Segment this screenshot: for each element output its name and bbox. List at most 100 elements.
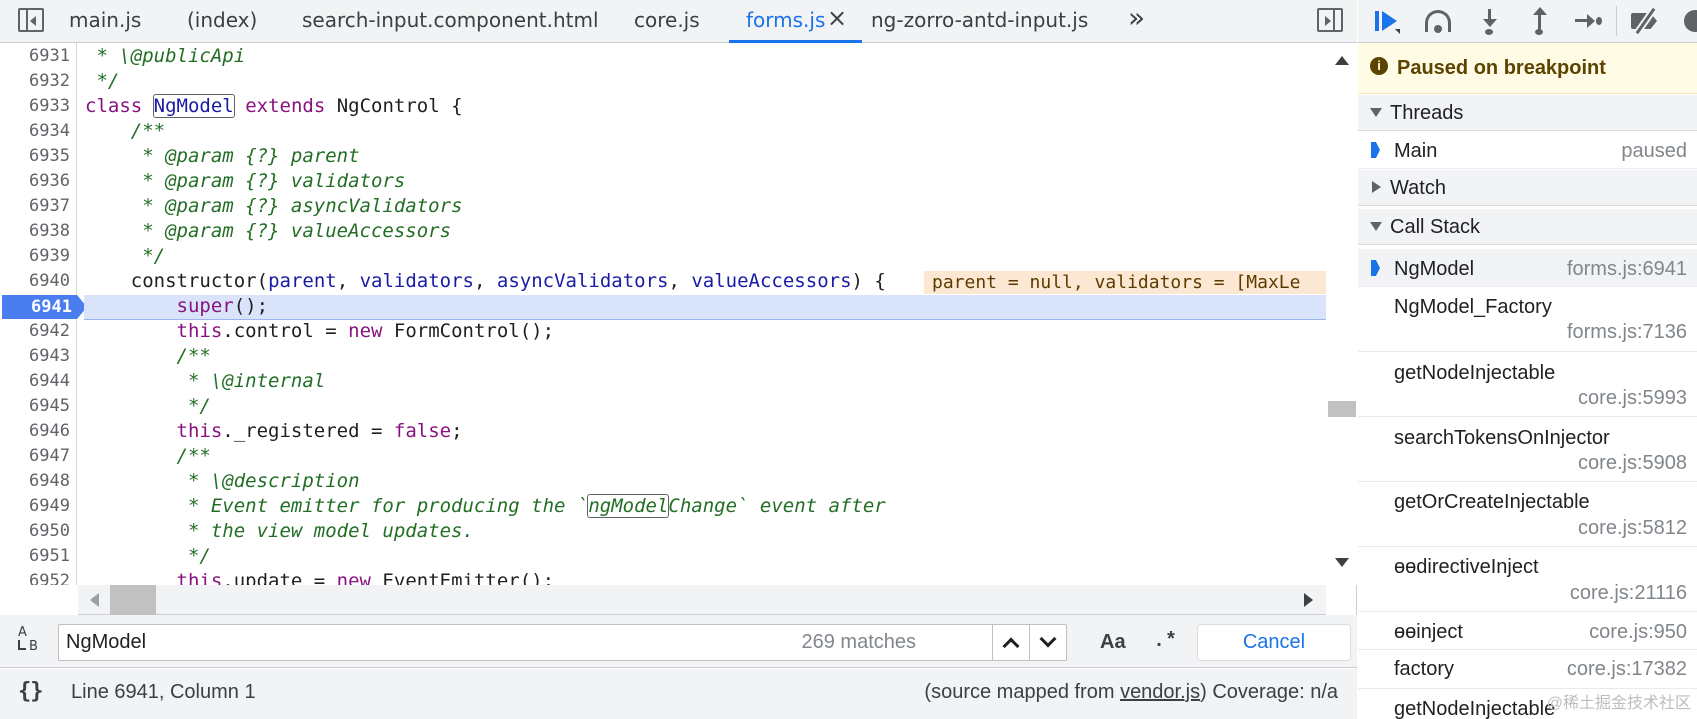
line-number[interactable]: 6940 <box>0 271 70 291</box>
line-number[interactable]: 6936 <box>0 171 70 191</box>
code-text: FormControl(); <box>382 320 555 342</box>
line-number[interactable]: 6947 <box>0 446 70 466</box>
step-icon[interactable] <box>1573 7 1603 35</box>
scroll-right-icon[interactable] <box>1304 593 1313 607</box>
search-input[interactable] <box>66 625 866 660</box>
code-line: * \@description <box>85 470 360 492</box>
callstack-section-header[interactable]: Call Stack <box>1358 209 1697 245</box>
code-text: .control = <box>222 320 349 342</box>
search-box: 269 matches <box>58 624 1067 661</box>
close-icon[interactable]: × <box>827 0 847 40</box>
code-comment: * Event emitter for producing the ` <box>176 495 589 517</box>
line-number[interactable]: 6944 <box>0 371 70 391</box>
scroll-up-icon[interactable] <box>1335 56 1349 65</box>
tab-search-input-component[interactable]: search-input.component.html <box>302 0 599 43</box>
line-number[interactable]: 6943 <box>0 346 70 366</box>
code-line: this.update = new EventEmitter(); <box>85 570 555 585</box>
frame-location[interactable]: forms.js:6941 <box>1567 258 1687 281</box>
line-number[interactable]: 6935 <box>0 146 70 166</box>
line-number[interactable]: 6932 <box>0 71 70 91</box>
call-frame[interactable]: factory core.js:17382 <box>1358 651 1697 689</box>
frame-location[interactable]: core.js:5812 <box>1578 517 1687 540</box>
code-comment: /** <box>176 345 211 367</box>
replace-toggle-icon[interactable]: AB <box>16 626 46 656</box>
step-over-icon[interactable] <box>1423 7 1453 35</box>
braces-icon[interactable]: {} <box>18 679 43 704</box>
execution-line-highlight <box>84 295 1326 320</box>
line-number[interactable]: 6951 <box>0 546 70 566</box>
navigator-toggle-icon[interactable] <box>18 8 44 32</box>
tab-core-js[interactable]: core.js <box>634 0 700 43</box>
call-frame[interactable]: ɵɵdirectiveInject core.js:21116 <box>1358 548 1697 612</box>
frame-location[interactable]: core.js:17382 <box>1567 658 1687 681</box>
line-number[interactable]: 6937 <box>0 196 70 216</box>
code-editor[interactable]: 6931 6932 6933 6934 6935 6936 6937 6938 … <box>0 43 1326 585</box>
line-number[interactable]: 6934 <box>0 121 70 141</box>
line-number-gutter[interactable]: 6931 6932 6933 6934 6935 6936 6937 6938 … <box>0 43 87 585</box>
horizontal-scrollbar[interactable] <box>78 585 1326 615</box>
call-frame[interactable]: NgModel forms.js:6941 <box>1358 249 1697 287</box>
pause-on-exceptions-icon[interactable] <box>1678 7 1697 35</box>
next-match-button[interactable] <box>1029 625 1066 660</box>
paused-banner: i Paused on breakpoint <box>1358 43 1697 94</box>
line-number[interactable]: 6931 <box>0 46 70 66</box>
call-frame[interactable]: searchTokensOnInjector core.js:5908 <box>1358 418 1697 482</box>
line-number[interactable]: 6938 <box>0 221 70 241</box>
tab-main-js[interactable]: main.js <box>69 0 141 43</box>
call-frame[interactable]: NgModel_Factory forms.js:7136 <box>1358 288 1697 352</box>
frame-location[interactable]: core.js:5993 <box>1578 387 1687 410</box>
tab-forms-js[interactable]: forms.js <box>728 0 863 43</box>
scroll-left-icon[interactable] <box>90 593 99 607</box>
frame-location[interactable]: forms.js:7136 <box>1567 321 1687 344</box>
toolbar-divider <box>1616 6 1617 36</box>
cancel-button[interactable]: Cancel <box>1197 624 1351 661</box>
frame-location[interactable]: core.js:21116 <box>1570 582 1687 605</box>
threads-section-header[interactable]: Threads <box>1358 95 1697 131</box>
line-number[interactable]: 6945 <box>0 396 70 416</box>
code-keyword: class <box>85 95 143 117</box>
code-line: */ <box>85 545 211 567</box>
deactivate-breakpoints-icon[interactable] <box>1630 7 1660 35</box>
editor-tab-bar: main.js (index) search-input.component.h… <box>0 0 1357 43</box>
call-frame[interactable]: ɵɵinject core.js:950 <box>1358 613 1697 650</box>
watch-section-header[interactable]: Watch <box>1358 170 1697 206</box>
line-number[interactable]: 6948 <box>0 471 70 491</box>
line-number[interactable]: 6946 <box>0 421 70 441</box>
code-text: ; <box>451 420 463 442</box>
debugger-toggle-icon[interactable] <box>1317 8 1343 32</box>
more-tabs-icon[interactable]: » <box>1128 0 1145 40</box>
source-map-link[interactable]: vendor.js <box>1120 681 1200 703</box>
tab-index[interactable]: (index) <box>187 0 257 43</box>
frame-location[interactable]: core.js:950 <box>1589 621 1687 644</box>
frame-location[interactable]: core.js:5908 <box>1578 452 1687 475</box>
vertical-scrollbar[interactable] <box>1326 43 1357 585</box>
line-number[interactable]: 6939 <box>0 246 70 266</box>
code-text: .update = <box>222 570 337 585</box>
breakpoint-line-number[interactable]: 6941 <box>2 295 87 319</box>
line-number[interactable]: 6933 <box>0 96 70 116</box>
line-number[interactable]: 6949 <box>0 496 70 516</box>
tab-ng-zorro-antd-input[interactable]: ng-zorro-antd-input.js <box>871 0 1088 43</box>
regex-icon[interactable]: .* <box>1153 623 1177 661</box>
match-case-icon[interactable]: Aa <box>1100 623 1126 661</box>
coverage-info: Coverage: n/a <box>1212 681 1338 703</box>
previous-match-button[interactable] <box>992 625 1029 660</box>
call-frame[interactable]: getNodeInjectable core.js:5993 <box>1358 353 1697 417</box>
line-number[interactable]: 6952 <box>0 571 70 585</box>
resume-icon[interactable] <box>1373 7 1403 35</box>
step-into-icon[interactable] <box>1475 7 1505 35</box>
line-number[interactable]: 6950 <box>0 521 70 541</box>
chevron-up-icon <box>1002 637 1020 655</box>
debugger-sidebar: i Paused on breakpoint Threads Main paus… <box>1358 0 1697 719</box>
horizontal-scroll-thumb[interactable] <box>110 585 156 615</box>
code-keyword: false <box>393 420 452 442</box>
scroll-down-icon[interactable] <box>1335 558 1349 567</box>
vertical-scroll-thumb[interactable] <box>1328 401 1356 417</box>
code-line: /** <box>85 345 211 367</box>
call-frame[interactable]: getOrCreateInjectable core.js:5812 <box>1358 483 1697 547</box>
cursor-position: Line 6941, Column 1 <box>71 681 256 703</box>
code-line-current: super(); <box>85 295 269 317</box>
thread-row-main[interactable]: Main paused <box>1358 132 1697 169</box>
step-out-icon[interactable] <box>1525 7 1555 35</box>
line-number[interactable]: 6942 <box>0 321 70 341</box>
